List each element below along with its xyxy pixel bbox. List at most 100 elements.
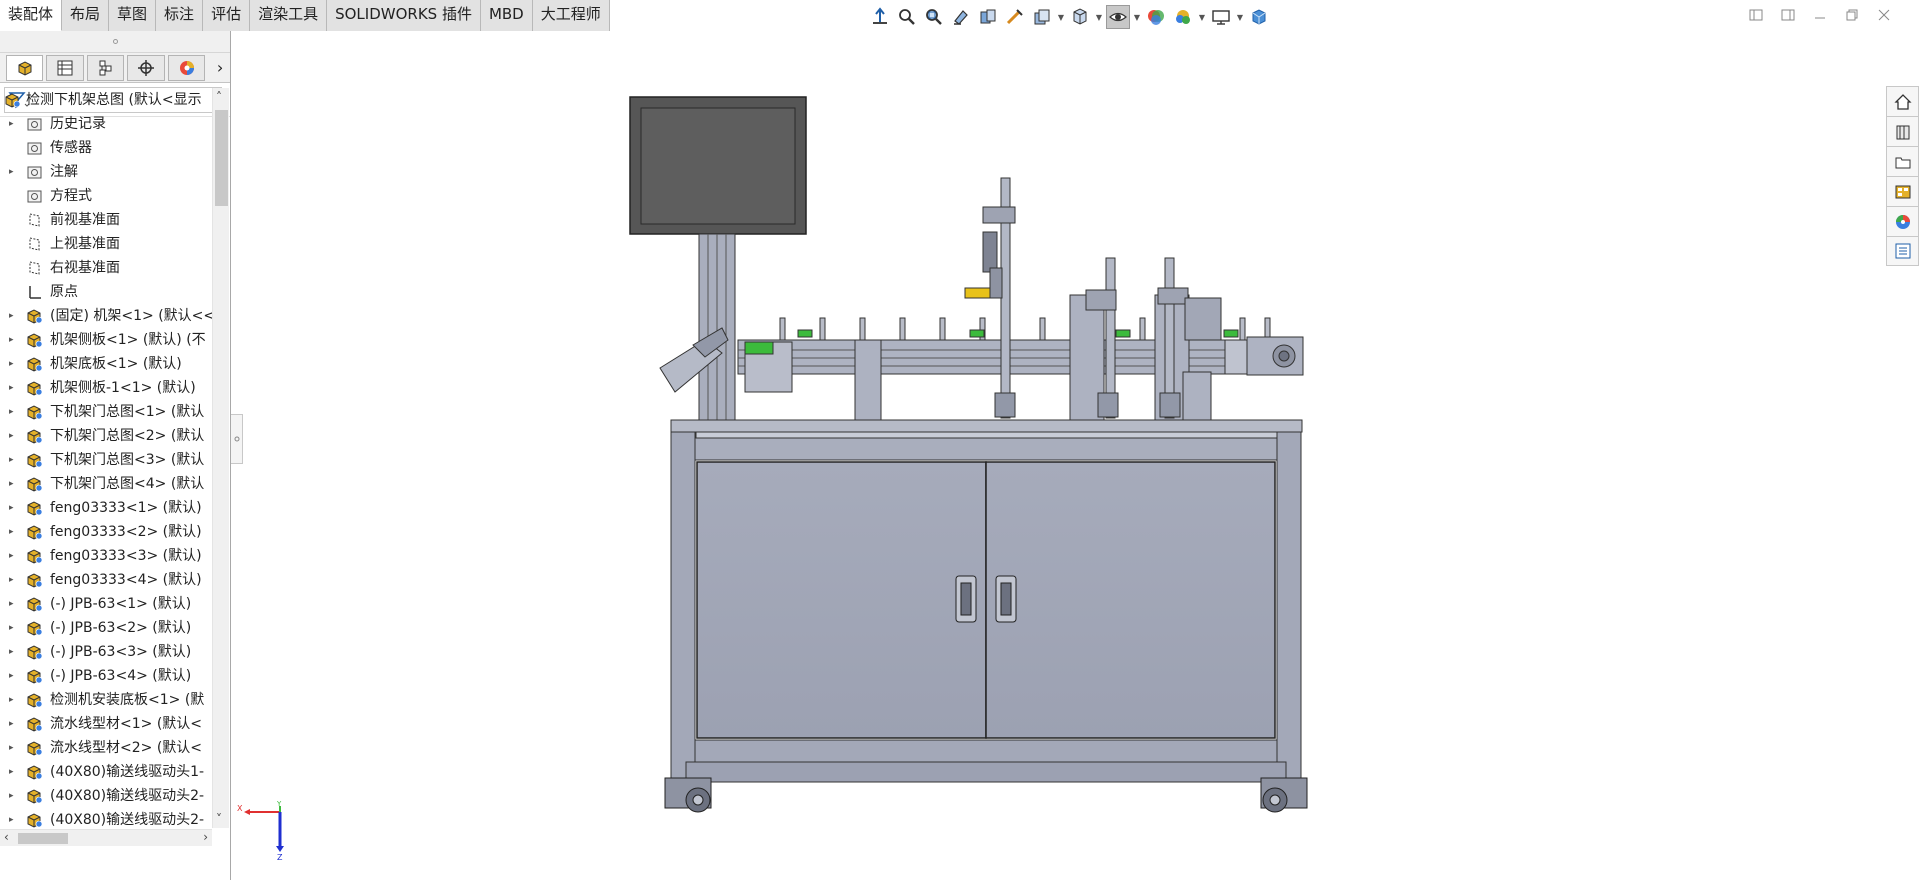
expand-arrow-icon[interactable]: ▸: [9, 472, 19, 496]
file-explorer-icon[interactable]: [1886, 146, 1919, 176]
chevron-down-icon[interactable]: ▼: [1236, 5, 1244, 29]
expand-arrow-icon[interactable]: ▸: [9, 496, 19, 520]
tree-item[interactable]: ▸ (-) JPB-63<4> (默认): [0, 664, 212, 688]
door-handle-right[interactable]: [995, 575, 1017, 623]
expand-arrow-icon[interactable]: ▸: [9, 328, 19, 352]
assembly-model-view[interactable]: [232, 31, 1886, 880]
tab-solidworks-addins[interactable]: SOLIDWORKS 插件: [327, 0, 481, 31]
expand-arrow-icon[interactable]: ▸: [9, 664, 19, 688]
tab-markup[interactable]: 标注: [156, 0, 204, 31]
tab-big-engineer[interactable]: 大工程师: [532, 0, 610, 31]
tree-item[interactable]: ▸ (-) JPB-63<1> (默认): [0, 592, 212, 616]
tile-left-icon[interactable]: [1747, 6, 1765, 24]
tree-item[interactable]: ▸ (40X80)输送线驱动头2-: [0, 808, 212, 828]
tree-item[interactable]: ▸ (-) JPB-63<3> (默认): [0, 640, 212, 664]
chevron-down-icon[interactable]: ▼: [1057, 5, 1065, 29]
zoom-to-area-icon[interactable]: [922, 5, 946, 29]
chevron-down-icon[interactable]: ▼: [1133, 5, 1141, 29]
tile-right-icon[interactable]: [1779, 6, 1797, 24]
expand-arrow-icon[interactable]: ▸: [9, 376, 19, 400]
configurationmanager-tab[interactable]: [86, 54, 125, 81]
tab-sketch[interactable]: 草图: [109, 0, 157, 31]
tree-item[interactable]: ▸ 机架底板<1> (默认): [0, 352, 212, 376]
previous-view-icon[interactable]: [949, 5, 973, 29]
expand-arrow-icon[interactable]: ▸: [9, 592, 19, 616]
expand-arrow-icon[interactable]: ▸: [9, 712, 19, 736]
view-display-style-icon[interactable]: [1030, 5, 1054, 29]
tree-item[interactable]: 方程式: [0, 184, 212, 208]
tree-item[interactable]: ▸ 注解: [0, 160, 212, 184]
scroll-up-icon[interactable]: ˄: [216, 90, 222, 104]
tree-item[interactable]: 上视基准面: [0, 232, 212, 256]
tree-item[interactable]: ▸ feng03333<4> (默认): [0, 568, 212, 592]
view-orientation-icon[interactable]: [868, 5, 892, 29]
tree-item[interactable]: ▸ feng03333<2> (默认): [0, 520, 212, 544]
solidworks-resources-icon[interactable]: [1886, 86, 1919, 116]
edit-appearance-icon[interactable]: [1144, 5, 1168, 29]
tree-item[interactable]: ▸ 下机架门总图<3> (默认: [0, 448, 212, 472]
tree-item[interactable]: ▸ (-) JPB-63<2> (默认): [0, 616, 212, 640]
expand-arrow-icon[interactable]: ▸: [9, 160, 19, 184]
expand-arrow-icon[interactable]: ▸: [9, 112, 19, 136]
featuremanager-tab[interactable]: [6, 54, 44, 81]
chevron-down-icon[interactable]: ▼: [1095, 5, 1103, 29]
panel-splitter[interactable]: [0, 31, 230, 53]
expand-arrow-icon[interactable]: ▸: [9, 400, 19, 424]
expand-arrow-icon[interactable]: ▸: [9, 640, 19, 664]
tree-vertical-scrollbar[interactable]: ˄ ˅: [212, 88, 229, 828]
tree-item[interactable]: ▸ 机架侧板-1<1> (默认): [0, 376, 212, 400]
scroll-thumb[interactable]: [18, 833, 68, 844]
tab-layout[interactable]: 布局: [62, 0, 110, 31]
displaymanager-tab[interactable]: [167, 54, 206, 81]
tree-item[interactable]: ▸ 流水线型材<2> (默认<: [0, 736, 212, 760]
expand-arrow-icon[interactable]: ▸: [9, 352, 19, 376]
dimxpert-tab[interactable]: [127, 54, 165, 81]
expand-arrow-icon[interactable]: ▸: [9, 808, 19, 828]
tree-item[interactable]: ▸ 下机架门总图<2> (默认: [0, 424, 212, 448]
design-library-icon[interactable]: [1886, 116, 1919, 146]
chevron-down-icon[interactable]: ▼: [1198, 5, 1206, 29]
tree-item[interactable]: ▸ 机架侧板<1> (默认) (不: [0, 328, 212, 352]
tab-mbd[interactable]: MBD: [480, 0, 533, 31]
section-view-icon[interactable]: [976, 5, 1000, 29]
propertymanager-tab[interactable]: [46, 54, 84, 81]
tree-item[interactable]: ▸ 检测机安装底板<1> (默: [0, 688, 212, 712]
tree-item[interactable]: ▸ (40X80)输送线驱动头2-: [0, 784, 212, 808]
scroll-left-icon[interactable]: ‹: [4, 830, 9, 844]
scroll-down-icon[interactable]: ˅: [216, 812, 222, 826]
monitor[interactable]: [629, 96, 807, 235]
cabinet-doors[interactable]: [696, 461, 1276, 739]
tree-item[interactable]: 原点: [0, 280, 212, 304]
expand-arrow-icon[interactable]: ▸: [9, 688, 19, 712]
expand-arrow-icon[interactable]: ▸: [9, 760, 19, 784]
tree-item[interactable]: ▸ (固定) 机架<1> (默认<<: [0, 304, 212, 328]
hide-show-items-icon[interactable]: [1068, 5, 1092, 29]
tree-root-assembly[interactable]: 检测下机架总图 (默认<显示: [0, 88, 212, 112]
scroll-right-icon[interactable]: ›: [203, 830, 208, 844]
graphics-area[interactable]: [232, 31, 1886, 880]
tree-item[interactable]: 右视基准面: [0, 256, 212, 280]
tree-horizontal-scrollbar[interactable]: ‹ ›: [0, 829, 212, 846]
tab-render-tools[interactable]: 渲染工具: [250, 0, 328, 31]
custom-properties-icon[interactable]: [1886, 236, 1919, 266]
expand-arrow-icon[interactable]: ▸: [9, 568, 19, 592]
tree-item[interactable]: ▸ 流水线型材<1> (默认<: [0, 712, 212, 736]
tree-item[interactable]: 传感器: [0, 136, 212, 160]
tree-item[interactable]: ▸ feng03333<3> (默认): [0, 544, 212, 568]
view-palette-icon[interactable]: [1886, 176, 1919, 206]
tree-item[interactable]: ▸ 下机架门总图<1> (默认: [0, 400, 212, 424]
close-icon[interactable]: [1875, 6, 1893, 24]
tree-item[interactable]: ▸ 下机架门总图<4> (默认: [0, 472, 212, 496]
display-pane-icon[interactable]: [1247, 5, 1271, 29]
view-settings-icon[interactable]: [1209, 5, 1233, 29]
expand-arrow-icon[interactable]: ▸: [9, 544, 19, 568]
tab-assembly[interactable]: 装配体: [0, 0, 63, 31]
zoom-to-fit-icon[interactable]: [895, 5, 919, 29]
appearances-scenes-icon[interactable]: [1886, 206, 1919, 236]
expand-arrow-icon[interactable]: ▸: [9, 448, 19, 472]
expand-arrow-icon[interactable]: ▸: [9, 736, 19, 760]
dynamic-annotation-icon[interactable]: [1003, 5, 1027, 29]
expand-arrow-icon[interactable]: ▸: [9, 424, 19, 448]
apply-scene-icon[interactable]: [1171, 5, 1195, 29]
chevron-right-icon[interactable]: ›: [210, 55, 230, 81]
